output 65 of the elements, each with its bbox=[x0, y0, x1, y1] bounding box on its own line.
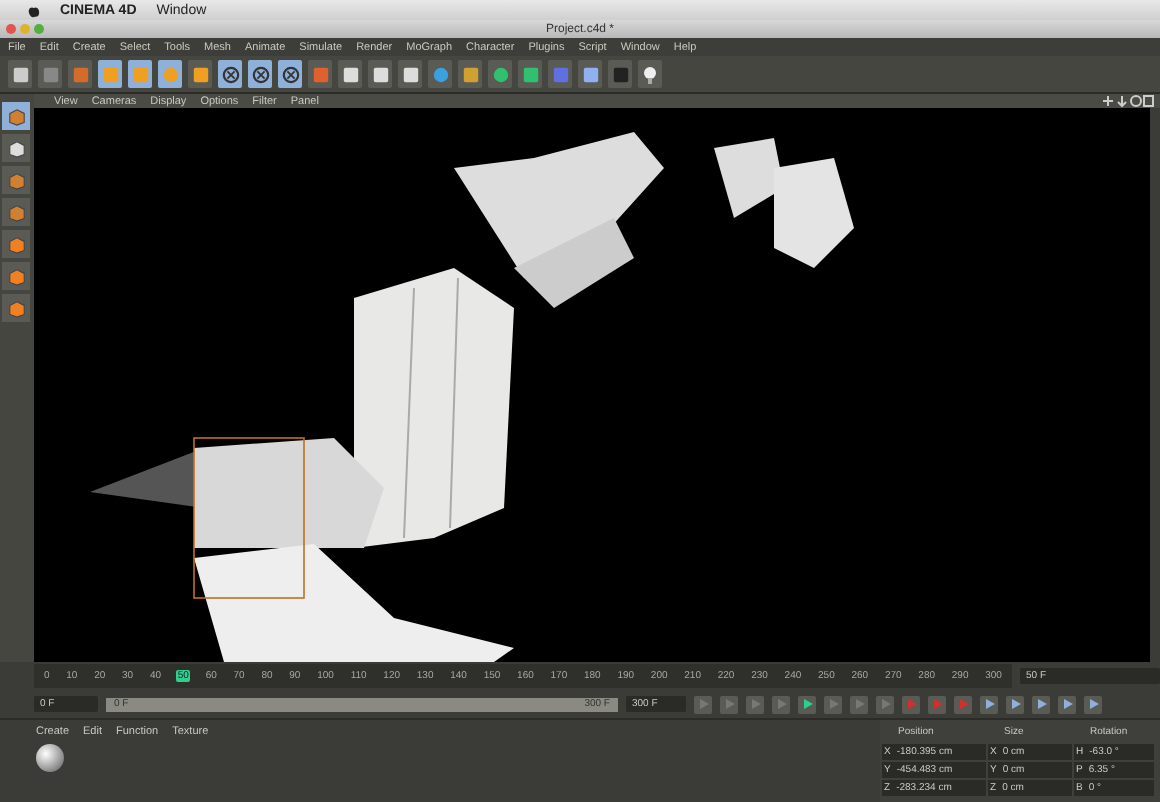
playback-icon bbox=[697, 698, 709, 710]
toolbar-button[interactable] bbox=[8, 60, 32, 88]
toolbar-button[interactable] bbox=[398, 60, 422, 88]
playback-icon bbox=[879, 698, 891, 710]
playback-icon bbox=[749, 698, 761, 710]
playback-icon bbox=[853, 698, 865, 710]
tool-icon bbox=[191, 65, 209, 83]
toolbar-button[interactable] bbox=[248, 60, 272, 88]
toolbar-button[interactable] bbox=[278, 60, 302, 88]
toolbar-button[interactable] bbox=[218, 60, 242, 88]
close-button[interactable] bbox=[6, 24, 16, 34]
playback-button[interactable] bbox=[1032, 695, 1050, 713]
toolbar-button[interactable] bbox=[518, 60, 542, 88]
mode-button[interactable] bbox=[2, 230, 30, 258]
mode-button[interactable] bbox=[2, 102, 30, 130]
material-preview[interactable] bbox=[36, 744, 64, 772]
playback-icon bbox=[723, 698, 735, 710]
toolbar-button[interactable] bbox=[638, 60, 662, 88]
playback-icon bbox=[905, 698, 917, 710]
playback-icon bbox=[983, 698, 995, 710]
playback-button[interactable] bbox=[850, 695, 868, 713]
mode-button[interactable] bbox=[2, 294, 30, 322]
mode-button[interactable] bbox=[2, 134, 30, 162]
playback-button[interactable] bbox=[824, 695, 842, 713]
playback-icon bbox=[827, 698, 839, 710]
toolbar-button[interactable] bbox=[338, 60, 362, 88]
playback-icon bbox=[1087, 698, 1099, 710]
zoom-button[interactable] bbox=[34, 24, 44, 34]
playback-button[interactable] bbox=[1006, 695, 1024, 713]
toolbar-button[interactable] bbox=[188, 60, 212, 88]
sphere-icon bbox=[491, 65, 509, 83]
axis-lock-icon bbox=[221, 65, 239, 83]
playback-button[interactable] bbox=[772, 695, 790, 713]
playback-button[interactable] bbox=[876, 695, 894, 713]
axis-lock-icon bbox=[281, 65, 299, 83]
mode-button[interactable] bbox=[2, 166, 30, 194]
mode-button[interactable] bbox=[2, 198, 30, 226]
bulb-icon bbox=[642, 65, 658, 83]
toolbar-button[interactable] bbox=[428, 60, 452, 88]
playback-icon bbox=[775, 698, 787, 710]
playback-icon bbox=[1009, 698, 1021, 710]
playback-icon bbox=[1061, 698, 1073, 710]
playback-button[interactable] bbox=[720, 695, 738, 713]
toolbar-button[interactable] bbox=[488, 60, 512, 88]
axis-lock-icon bbox=[251, 65, 269, 83]
playback-button[interactable] bbox=[1058, 695, 1076, 713]
sphere-icon bbox=[431, 65, 449, 83]
playback-button[interactable] bbox=[694, 695, 712, 713]
toolbar-button[interactable] bbox=[608, 60, 632, 88]
sphere-icon bbox=[161, 65, 179, 83]
playback-icon bbox=[931, 698, 943, 710]
apple-icon[interactable] bbox=[28, 3, 40, 17]
playback-icon bbox=[1035, 698, 1047, 710]
playback-icon bbox=[801, 698, 813, 710]
playback-button[interactable] bbox=[1084, 695, 1102, 713]
playback-button[interactable] bbox=[746, 695, 764, 713]
view-navigation-icon[interactable] bbox=[1102, 94, 1154, 108]
mode-button[interactable] bbox=[2, 262, 30, 290]
playback-icon bbox=[957, 698, 969, 710]
toolbar-button[interactable] bbox=[368, 60, 392, 88]
toolbar-button[interactable] bbox=[458, 60, 482, 88]
playback-button[interactable] bbox=[980, 695, 998, 713]
tool-icon bbox=[461, 65, 479, 83]
playback-button[interactable] bbox=[798, 695, 816, 713]
toolbar-button[interactable] bbox=[578, 60, 602, 88]
